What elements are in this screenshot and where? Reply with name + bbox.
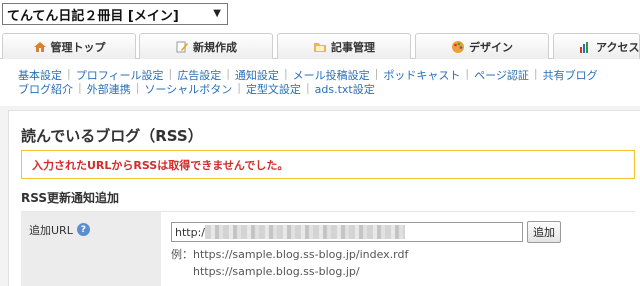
- subnav-link-external[interactable]: 外部連携: [87, 81, 131, 97]
- add-url-label: 追加URL: [29, 224, 73, 237]
- add-url-label-cell: 追加URL ?: [21, 212, 161, 286]
- blog-selector-value: てんてん日記２冊目 [メイン]: [7, 8, 179, 24]
- chart-icon: [578, 40, 592, 54]
- section-title: RSS更新通知追加: [21, 191, 119, 205]
- tab-articles[interactable]: 記事管理: [277, 33, 411, 59]
- main-tabs: 管理トップ 新規作成 記事管理 デザイン アクセス解: [0, 33, 640, 59]
- subnav-link-page-auth[interactable]: ページ認証: [474, 67, 529, 83]
- add-url-field-cell: 追加 例：https://sample.blog.ss-blog.jp/inde…: [171, 212, 635, 286]
- folder-icon: [313, 40, 327, 54]
- content-area: 読んでいるブログ（RSS） 入力されたURLからRSSは取得できませんでした。 …: [0, 106, 640, 286]
- error-text: 入力されたURLからRSSは取得できませんでした。: [32, 158, 289, 172]
- example-line: 例：https://sample.blog.ss-blog.jp/index.r…: [171, 248, 409, 261]
- subnav-link-ads-txt[interactable]: ads.txt設定: [315, 81, 375, 97]
- tab-access-analysis[interactable]: アクセス解: [553, 33, 640, 59]
- add-button[interactable]: 追加: [527, 221, 561, 243]
- home-icon: [33, 40, 47, 54]
- tab-design[interactable]: デザイン: [415, 33, 549, 59]
- tab-label: アクセス解: [596, 40, 640, 54]
- subnav-link-podcast[interactable]: ポッドキャスト: [383, 67, 460, 83]
- palette-icon: [451, 40, 465, 54]
- tab-dashboard[interactable]: 管理トップ: [2, 33, 136, 59]
- blog-selector[interactable]: てんてん日記２冊目 [メイン] ▼: [2, 3, 228, 25]
- main-panel: 読んでいるブログ（RSS） 入力されたURLからRSSは取得できませんでした。 …: [8, 110, 640, 286]
- tab-label: デザイン: [469, 40, 513, 54]
- pencil-icon: [175, 40, 189, 54]
- subnav-link-shared-blog[interactable]: 共有ブログ: [543, 67, 598, 83]
- error-message: 入力されたURLからRSSは取得できませんでした。: [21, 150, 635, 179]
- tab-label: 管理トップ: [50, 40, 106, 54]
- subnav-link-blog-intro[interactable]: ブログ紹介: [18, 81, 73, 97]
- example-urls: 例：https://sample.blog.ss-blog.jp/index.r…: [171, 246, 408, 280]
- subnav-link-templates[interactable]: 定型文設定: [246, 81, 301, 97]
- tab-new-post[interactable]: 新規作成: [139, 33, 273, 59]
- subnav-row: ブログ紹介 | 外部連携 | ソーシャルボタン | 定型文設定 | ads.txt設定: [18, 81, 375, 97]
- url-input[interactable]: [171, 222, 523, 242]
- example-line: https://sample.blog.ss-blog.jp/: [193, 265, 360, 278]
- page-title: 読んでいるブログ（RSS）: [21, 127, 203, 145]
- tab-label: 新規作成: [193, 40, 237, 54]
- settings-subnav: 基本設定 | プロフィール設定 | 広告設定 | 通知設定 | メール投稿設定 | ポッド…: [0, 60, 640, 102]
- subnav-link-social-buttons[interactable]: ソーシャルボタン: [144, 81, 232, 97]
- add-url-form-row: 追加URL ? 追加 例：https://sample.blog.ss-blog…: [21, 211, 635, 286]
- chevron-down-icon: ▼: [213, 8, 221, 19]
- tab-label: 記事管理: [331, 40, 375, 54]
- question-icon[interactable]: ?: [76, 223, 90, 236]
